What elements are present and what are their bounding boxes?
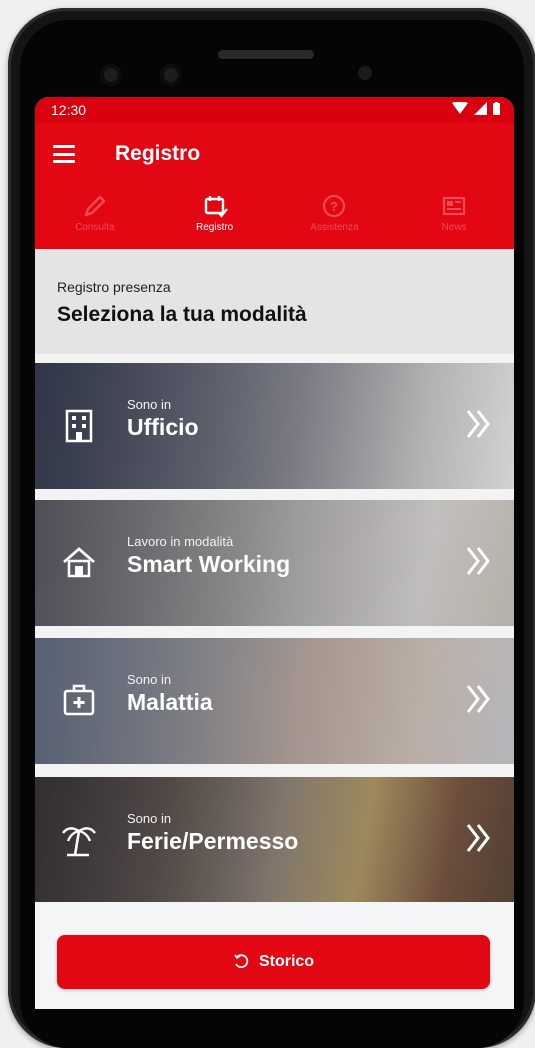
tab-bar: Consulta Registro ? Assistenza News [35, 189, 514, 249]
double-chevron-right-icon [466, 547, 490, 575]
camera-left [100, 64, 122, 86]
app-bar: Registro Consulta Registro ? Assistenza [35, 123, 514, 249]
bottom-action-area: Storico [35, 902, 514, 1009]
option-prefix: Sono in [127, 397, 172, 412]
speaker-grille [218, 50, 314, 59]
menu-icon[interactable] [53, 145, 75, 163]
history-icon [234, 954, 249, 969]
double-chevron-right-icon [466, 410, 490, 438]
header-title: Seleziona la tua modalità [57, 303, 307, 326]
proximity-sensor [358, 66, 372, 80]
calendar-check-icon [204, 196, 228, 218]
pencil-icon [84, 195, 106, 217]
tab-news[interactable]: News [394, 189, 514, 249]
header-subtitle: Registro presenza [57, 279, 171, 295]
option-ufficio-card[interactable]: Sono in Ufficio [35, 363, 514, 489]
office-building-icon [65, 409, 93, 443]
tab-label: News [441, 222, 467, 233]
storico-button[interactable]: Storico [57, 935, 490, 989]
option-title: Smart Working [127, 551, 291, 577]
tab-consulta[interactable]: Consulta [35, 189, 155, 249]
double-chevron-right-icon [466, 685, 490, 713]
option-prefix: Lavoro in modalità [127, 534, 234, 549]
svg-text:?: ? [330, 199, 338, 214]
palm-tree-icon [62, 827, 96, 857]
option-malattia-card[interactable]: Sono in Malattia [35, 638, 514, 764]
wifi-icon [452, 102, 468, 114]
option-title: Ferie/Permesso [127, 828, 299, 854]
camera-right [160, 64, 182, 86]
home-icon [63, 547, 95, 578]
app-screen: 12:30 Registro Consulta Registro ? Assis… [35, 97, 514, 1009]
status-time: 12:30 [51, 102, 87, 118]
signal-icon [474, 102, 487, 115]
tab-registro[interactable]: Registro [155, 189, 275, 249]
battery-icon [493, 102, 500, 115]
option-title: Ufficio [127, 414, 199, 440]
storico-label: Storico [258, 953, 315, 970]
option-ferie-card[interactable]: Sono in Ferie/Permesso [35, 777, 514, 903]
app-title: Registro [115, 142, 201, 165]
status-bar: 12:30 [35, 97, 514, 123]
option-prefix: Sono in [127, 811, 172, 826]
medical-kit-icon [63, 684, 95, 716]
option-title: Malattia [127, 689, 213, 715]
mode-header: Registro presenza Seleziona la tua modal… [35, 249, 514, 354]
tab-assistenza[interactable]: ? Assistenza [275, 189, 395, 249]
option-smart-working-card[interactable]: Lavoro in modalità Smart Working [35, 500, 514, 626]
option-prefix: Sono in [127, 672, 172, 687]
tab-label: Registro [196, 222, 234, 233]
tab-label: Assistenza [310, 222, 359, 233]
double-chevron-right-icon [466, 824, 490, 852]
help-icon: ? [323, 194, 346, 218]
tab-label: Consulta [75, 222, 115, 233]
news-icon [443, 196, 466, 216]
